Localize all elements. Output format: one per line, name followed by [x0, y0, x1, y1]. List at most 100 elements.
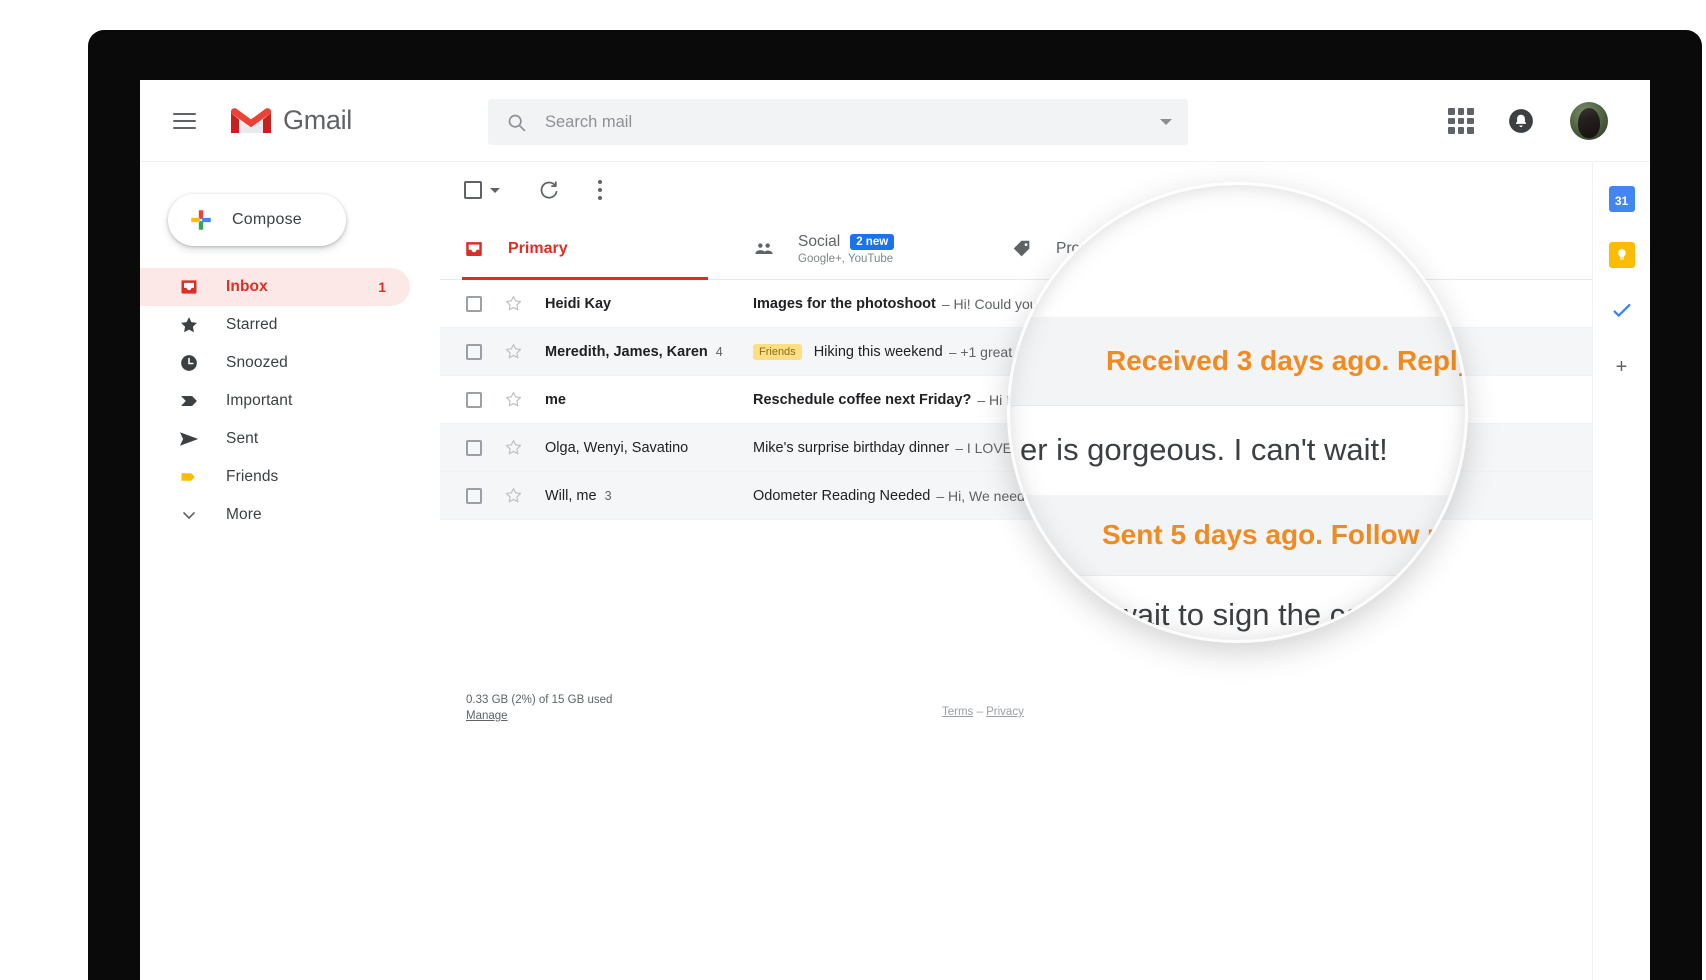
row-subject: Hiking this weekend	[813, 343, 943, 360]
calendar-addon-icon[interactable]: 31	[1608, 186, 1635, 212]
star-icon[interactable]	[504, 486, 523, 505]
sender-names: Olga, Wenyi, Savatino	[545, 439, 689, 456]
hamburger-icon[interactable]	[162, 99, 206, 143]
tab-texts: Social 2 new Google+, YouTube	[798, 232, 895, 265]
suggestion-followup: Sent 5 days ago. Follow up?	[1102, 519, 1465, 550]
keep-addon-icon[interactable]	[1608, 242, 1635, 268]
tag-icon	[1010, 237, 1034, 261]
sidebar-item-label: Important	[226, 392, 293, 409]
compose-label: Compose	[232, 211, 302, 228]
inbox-tab-strip: Primary Social 2 new Google+, YouTube	[440, 218, 1650, 280]
manage-link[interactable]: Manage	[466, 710, 612, 722]
star-icon[interactable]	[504, 294, 523, 313]
sender-count: 4	[715, 344, 723, 359]
row-subject: Mike's surprise birthday dinner	[753, 439, 950, 456]
tab-texts: Primary	[508, 240, 568, 258]
terms-link[interactable]: Terms	[942, 706, 973, 718]
magnified-row-1: Received 3 days ago. Reply?	[1010, 317, 1465, 405]
footer-separator: –	[976, 706, 983, 718]
tab-sublabel: Google+, YouTube	[798, 252, 894, 265]
add-addon-icon[interactable]: +	[1609, 354, 1635, 380]
row-checkbox[interactable]	[466, 439, 482, 456]
inbox-icon	[462, 237, 486, 261]
magnifier-lens: Received 3 days ago. Reply? er is gorgeo…	[1010, 185, 1465, 640]
row-label-chip: Friends	[753, 343, 802, 360]
screen: Gmail Search mail Compose Inbox 1 Starre…	[140, 80, 1650, 980]
magnified-snippet-2: n't wait to sign the card.	[1074, 597, 1399, 632]
people-icon	[752, 237, 776, 261]
more-vertical-icon[interactable]	[598, 180, 602, 200]
sidebar-item-label: Starred	[226, 316, 278, 333]
sidebar-item-starred[interactable]: Starred	[140, 306, 410, 344]
header-actions	[1448, 80, 1650, 162]
magnified-row-4: n't wait to sign the card.	[1010, 575, 1465, 640]
label-icon	[178, 466, 200, 488]
sender-names: me	[545, 391, 566, 408]
sidebar-item-label: More	[226, 506, 262, 523]
suggestion-reply: Received 3 days ago. Reply?	[1106, 345, 1465, 376]
privacy-link[interactable]: Privacy	[986, 706, 1024, 718]
sender-count: 3	[604, 488, 612, 503]
refresh-icon[interactable]	[538, 179, 560, 201]
sidebar-item-friends[interactable]: Friends	[140, 458, 410, 496]
device-frame: Gmail Search mail Compose Inbox 1 Starre…	[88, 30, 1702, 980]
plus-icon: +	[1615, 355, 1628, 378]
sender-names: Meredith, James, Karen	[545, 343, 708, 360]
sidebar: Compose Inbox 1 Starred Snoozed Importan…	[140, 162, 440, 980]
row-sender: Meredith, James, Karen 4	[545, 344, 741, 360]
tab-label: Social	[798, 232, 841, 250]
chevron-down-icon	[178, 504, 200, 526]
mail-footer: 0.33 GB (2%) of 15 GB used Manage Terms …	[440, 682, 1650, 742]
row-subject: Images for the photoshoot	[753, 295, 936, 312]
magnified-snippet-1: er is gorgeous. I can't wait!	[1020, 432, 1388, 467]
sidebar-item-label: Inbox	[226, 278, 268, 295]
row-subject: Odometer Reading Needed	[753, 487, 931, 504]
tab-primary[interactable]: Primary	[440, 218, 730, 280]
compose-button[interactable]: Compose	[168, 194, 346, 246]
divider	[1010, 405, 1465, 406]
star-icon[interactable]	[504, 438, 523, 457]
row-checkbox[interactable]	[466, 295, 482, 312]
gmail-logo[interactable]: Gmail	[230, 105, 352, 137]
gmail-wordmark: Gmail	[283, 105, 353, 135]
clock-icon	[178, 352, 200, 374]
tab-badge: 2 new	[850, 233, 895, 250]
tab-label: Primary	[508, 239, 568, 257]
star-icon[interactable]	[504, 342, 523, 361]
sender-names: Heidi Kay	[545, 295, 612, 312]
sidebar-item-snoozed[interactable]: Snoozed	[140, 344, 410, 382]
plus-icon	[191, 210, 211, 230]
sidebar-item-inbox[interactable]: Inbox 1	[140, 268, 410, 306]
storage-text: 0.33 GB (2%) of 15 GB used	[466, 694, 613, 706]
row-checkbox[interactable]	[466, 391, 482, 408]
chevron-down-icon[interactable]	[1160, 119, 1172, 125]
row-sender: me	[545, 392, 741, 408]
star-icon[interactable]	[504, 390, 523, 409]
magnified-row-3: Sent 5 days ago. Follow up?	[1010, 495, 1465, 575]
search-bar[interactable]	[488, 99, 1188, 145]
bell-icon[interactable]	[1508, 108, 1534, 134]
list-toolbar	[440, 162, 1650, 218]
sidebar-item-more[interactable]: More	[140, 496, 410, 534]
send-icon	[178, 428, 200, 450]
row-sender: Heidi Kay	[545, 296, 741, 312]
calendar-day-number: 31	[1614, 194, 1629, 208]
row-subject: Reschedule coffee next Friday?	[753, 391, 972, 408]
sidebar-item-sent[interactable]: Sent	[140, 420, 410, 458]
tasks-addon-icon[interactable]	[1609, 298, 1635, 324]
sidebar-item-important[interactable]: Important	[140, 382, 410, 420]
search-icon	[508, 114, 526, 131]
tab-social[interactable]: Social 2 new Google+, YouTube	[730, 218, 988, 279]
search-input[interactable]	[545, 112, 1105, 132]
chevron-down-icon[interactable]	[490, 187, 500, 193]
row-checkbox[interactable]	[466, 343, 482, 360]
row-sender: Olga, Wenyi, Savatino	[545, 440, 741, 456]
inbox-icon	[178, 276, 200, 298]
select-all-checkbox[interactable]	[464, 181, 482, 199]
storage-info: 0.33 GB (2%) of 15 GB used Manage	[466, 690, 612, 722]
apps-grid-icon[interactable]	[1448, 108, 1474, 134]
row-checkbox[interactable]	[466, 487, 482, 504]
sidebar-item-label: Sent	[226, 430, 259, 447]
avatar[interactable]	[1570, 102, 1608, 140]
addon-rail: 31 +	[1592, 162, 1650, 980]
